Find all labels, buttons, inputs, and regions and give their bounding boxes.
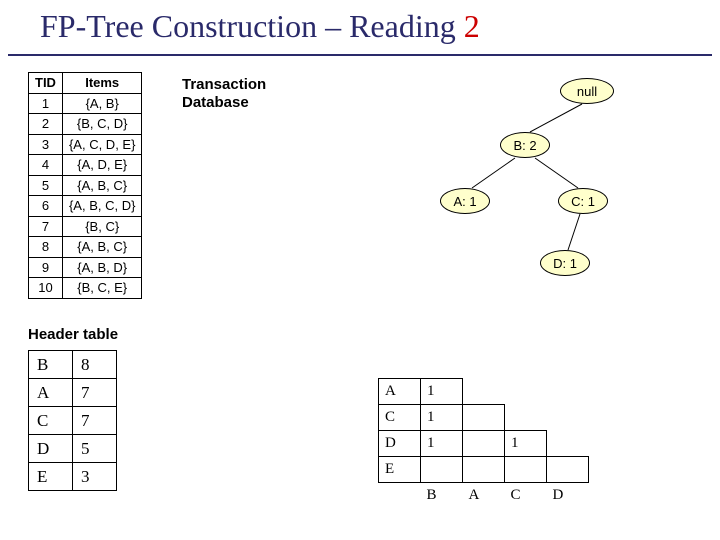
table-row: 2{B, C, D}	[29, 114, 142, 135]
table-row: 1{A, B}	[29, 93, 142, 114]
col-header-items: Items	[62, 73, 141, 94]
title-text: FP-Tree Construction – Reading	[40, 8, 464, 44]
tree-node-c1: C: 1	[558, 188, 608, 214]
tree-node-null: null	[560, 78, 614, 104]
table-row: 9{A, B, D}	[29, 257, 142, 278]
transaction-table: TID Items 1{A, B} 2{B, C, D} 3{A, C, D, …	[28, 72, 142, 299]
table-row: D 1 1	[379, 431, 589, 457]
table-row: 10{B, C, E}	[29, 278, 142, 299]
header-table: B8 A7 C7 D5 E3	[28, 350, 117, 491]
table-row: A7	[29, 379, 117, 407]
table-row: 4{A, D, E}	[29, 155, 142, 176]
page-title: FP-Tree Construction – Reading 2	[40, 8, 480, 45]
table-row: 3{A, C, D, E}	[29, 134, 142, 155]
fp-tree: null B: 2 A: 1 C: 1 D: 1	[300, 60, 700, 320]
table-row: E	[379, 457, 589, 483]
table-row: D5	[29, 435, 117, 463]
table-row: B A C D	[379, 483, 589, 509]
title-underline	[8, 54, 712, 56]
tree-node-d1: D: 1	[540, 250, 590, 276]
table-row: C 1	[379, 405, 589, 431]
table-row: 5{A, B, C}	[29, 175, 142, 196]
title-step-number: 2	[464, 8, 480, 44]
tree-node-b2: B: 2	[500, 132, 550, 158]
transaction-db-label: Transaction Database	[182, 76, 266, 112]
header-table-label: Header table	[28, 326, 118, 343]
table-row: B8	[29, 351, 117, 379]
table-row: 6{A, B, C, D}	[29, 196, 142, 217]
col-header-tid: TID	[29, 73, 63, 94]
table-row: C7	[29, 407, 117, 435]
tree-edges	[300, 60, 700, 320]
table-row: E3	[29, 463, 117, 491]
table-row: TID Items	[29, 73, 142, 94]
table-row: 8{A, B, C}	[29, 237, 142, 258]
cooccurrence-matrix: A 1 C 1 D 1 1 E B A C D	[378, 378, 589, 509]
tree-node-a1: A: 1	[440, 188, 490, 214]
table-row: A 1	[379, 379, 589, 405]
table-row: 7{B, C}	[29, 216, 142, 237]
